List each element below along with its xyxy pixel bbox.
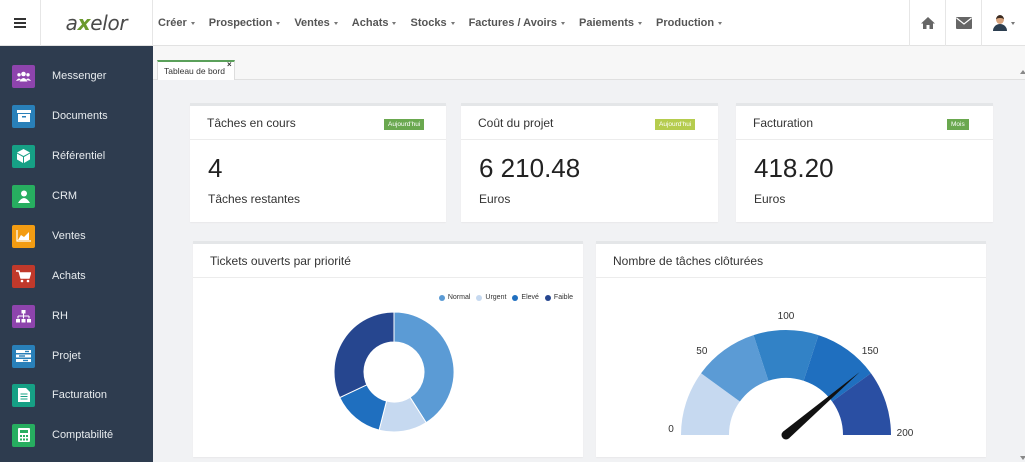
main-menu: Créer Prospection Ventes Achats Stocks F…: [158, 0, 736, 46]
sidebar-item-facturation[interactable]: Facturation: [0, 375, 153, 415]
users-icon: [12, 64, 35, 88]
menu-creer[interactable]: Créer: [158, 17, 195, 29]
hamburger-menu-icon[interactable]: [0, 0, 41, 46]
gauge-tick-label: 100: [778, 311, 795, 322]
chevron-down-icon: [1010, 21, 1015, 25]
menu-prospection[interactable]: Prospection: [209, 17, 281, 29]
card-cout-du-projet: Coût du projet Aujourd'hui 6 210.48 Euro…: [461, 103, 718, 222]
sidebar-item-label: Ventes: [52, 230, 86, 242]
app-logo[interactable]: axelor: [41, 0, 153, 46]
gauge-needle-hub: [781, 430, 791, 440]
card-taches-cloturees: Nombre de tâches clôturées 0 50 100 150 200: [596, 241, 986, 457]
sidebar-item-messenger[interactable]: Messenger: [0, 56, 153, 96]
page-scrollbar[interactable]: [1018, 80, 1025, 462]
sidebar-item-label: Messenger: [52, 70, 107, 82]
menu-ventes[interactable]: Ventes: [294, 17, 338, 29]
sidebar-item-ventes[interactable]: Ventes: [0, 216, 153, 256]
stat-label: Euros: [754, 192, 786, 206]
tab-tableau-de-bord[interactable]: Tableau de bord: [157, 60, 235, 80]
sidebar-item-achats[interactable]: Achats: [0, 256, 153, 296]
gauge-tick-label: 50: [696, 346, 708, 357]
sidebar-item-label: Documents: [52, 110, 108, 122]
sidebar-item-projet[interactable]: Projet: [0, 336, 153, 376]
sidebar-item-comptabilite[interactable]: Comptabilité: [0, 415, 153, 455]
org-chart-icon: [12, 304, 35, 328]
card-title: Tâches en cours: [207, 116, 296, 130]
sidebar-item-documents[interactable]: Documents: [0, 96, 153, 136]
sidebar-item-label: Facturation: [52, 389, 108, 401]
envelope-icon[interactable]: [945, 0, 981, 46]
period-badge: Mois: [947, 119, 969, 130]
menu-paiements[interactable]: Paiements: [579, 17, 643, 29]
tasks-icon: [12, 344, 35, 368]
file-text-icon: [12, 383, 35, 407]
menu-production[interactable]: Production: [656, 17, 723, 29]
calculator-icon: [12, 423, 35, 447]
stat-value: 4: [208, 153, 223, 183]
stat-value: 418.20: [754, 153, 834, 183]
sidebar-item-referentiel[interactable]: Référentiel: [0, 136, 153, 176]
archive-box-icon: [12, 104, 35, 128]
sidebar-item-label: CRM: [52, 190, 78, 202]
gauge-tick-label: 0: [668, 424, 674, 435]
card-title: Facturation: [753, 116, 814, 130]
close-icon[interactable]: ×: [227, 61, 232, 69]
card-taches-en-cours: Tâches en cours Aujourd'hui 4 Tâches res…: [190, 103, 446, 222]
gauge-tick-label: 150: [862, 346, 879, 357]
home-icon[interactable]: [909, 0, 945, 46]
menu-factures-avoirs[interactable]: Factures / Avoirs: [469, 17, 566, 29]
sidebar-item-label: Achats: [52, 270, 86, 282]
sidebar-item-crm[interactable]: CRM: [0, 176, 153, 216]
menu-stocks[interactable]: Stocks: [410, 17, 455, 29]
sidebar-item-label: Comptabilité: [52, 429, 114, 441]
user-menu[interactable]: [981, 0, 1025, 46]
scroll-down-icon[interactable]: [1020, 456, 1025, 460]
sidebar-item-label: Référentiel: [52, 150, 106, 162]
card-facturation: Facturation Mois 418.20 Euros: [736, 103, 993, 222]
gauge-chart: 0 50 100 150 200: [668, 311, 914, 440]
stat-label: Euros: [479, 192, 511, 206]
tab-strip: Tableau de bord ×: [153, 46, 1025, 80]
shopping-cart-icon: [12, 264, 35, 288]
donut-chart: [333, 311, 455, 433]
card-title: Coût du projet: [478, 116, 554, 130]
sidebar: Messenger Documents Référentiel CRM Vent…: [0, 46, 153, 462]
sidebar-item-rh[interactable]: RH: [0, 296, 153, 336]
menu-achats[interactable]: Achats: [352, 17, 397, 29]
user-avatar: [992, 15, 1007, 31]
cube-icon: [12, 144, 35, 168]
area-chart-icon: [12, 224, 35, 248]
sidebar-item-label: RH: [52, 310, 68, 322]
period-badge: Aujourd'hui: [384, 119, 425, 130]
scroll-up-icon[interactable]: [1020, 70, 1025, 74]
stat-value: 6 210.48: [479, 153, 581, 183]
donut-slice-faible[interactable]: [333, 311, 395, 399]
period-badge: Aujourd'hui: [655, 119, 696, 130]
chart-title: Nombre de tâches clôturées: [613, 254, 764, 268]
user-icon: [12, 184, 35, 208]
top-bar: axelor Créer Prospection Ventes Achats S…: [0, 0, 1025, 46]
sidebar-item-label: Projet: [52, 350, 81, 362]
stat-label: Tâches restantes: [208, 192, 301, 206]
chart-title: Tickets ouverts par priorité: [210, 254, 351, 268]
gauge-tick-label: 200: [897, 428, 914, 439]
card-tickets-par-priorite: Tickets ouverts par priorité Normal Urge…: [193, 241, 583, 457]
